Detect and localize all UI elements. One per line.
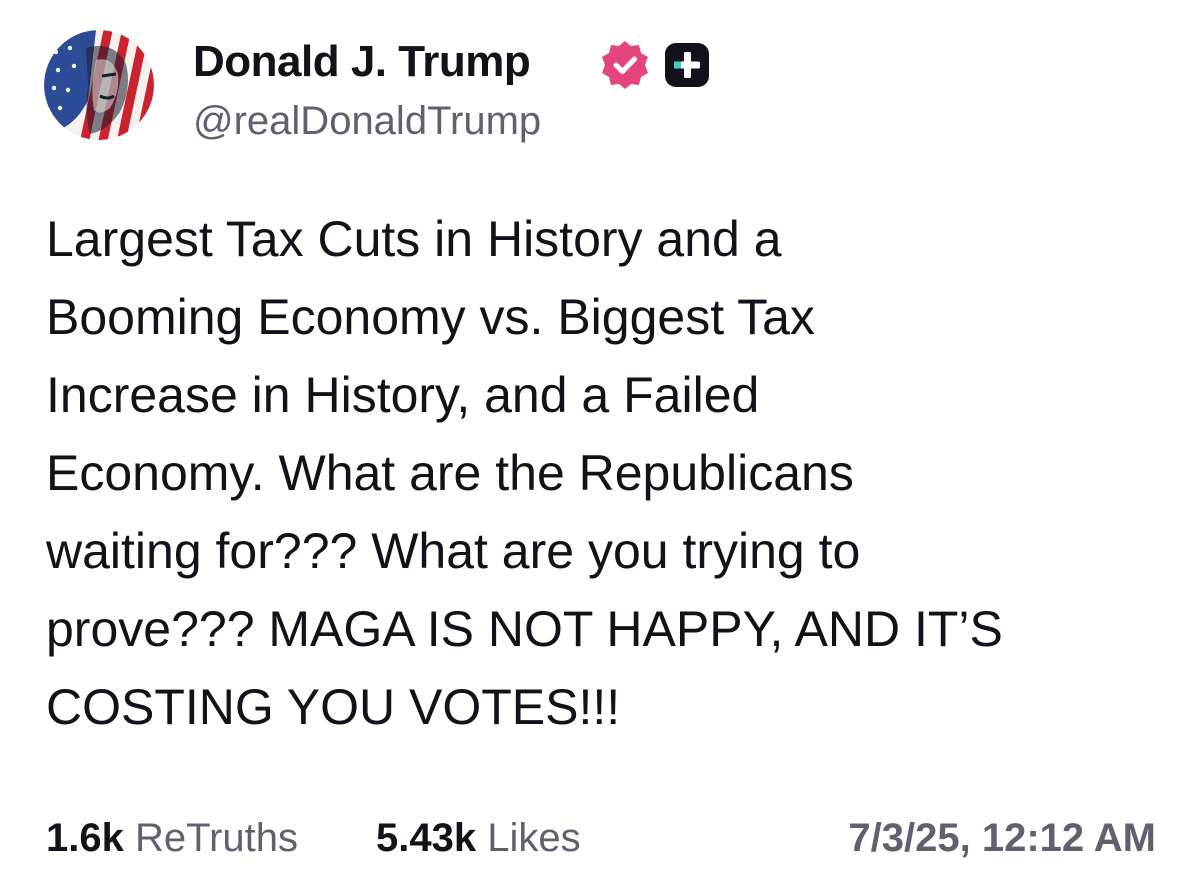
post-timestamp[interactable]: 7/3/25, 12:12 AM <box>848 810 1156 866</box>
likes-label: Likes <box>487 816 581 860</box>
verified-badge-icon <box>598 38 652 92</box>
user-handle[interactable]: @realDonaldTrump <box>193 96 541 146</box>
avatar-image <box>44 30 154 140</box>
post-text-line: prove??? MAGA IS NOT HAPPY, AND IT’S <box>46 601 1003 657</box>
truth-plus-icon <box>664 42 710 88</box>
retruths-label: ReTruths <box>134 816 298 860</box>
truth-post: Donald J. Trump @realDonaldTrump Largest… <box>0 0 1200 877</box>
post-text-line: COSTING YOU VOTES!!! <box>46 679 621 735</box>
post-text-line: Increase in History, and a Failed <box>46 367 760 423</box>
likes-count: 5.43k <box>376 816 477 860</box>
post-body: Largest Tax Cuts in History and a Boomin… <box>46 200 1156 746</box>
post-text-line: Booming Economy vs. Biggest Tax <box>46 289 815 345</box>
post-text-line: Largest Tax Cuts in History and a <box>46 211 782 267</box>
display-name[interactable]: Donald J. Trump <box>193 34 531 90</box>
post-footer: 1.6k ReTruths 5.43k Likes 7/3/25, 12:12 … <box>46 810 1156 866</box>
retruths-stat[interactable]: 1.6k ReTruths <box>46 810 298 866</box>
likes-stat[interactable]: 5.43k Likes <box>376 810 581 866</box>
retruths-count: 1.6k <box>46 816 124 860</box>
post-text-line: Economy. What are the Republicans <box>46 445 854 501</box>
avatar[interactable] <box>44 30 154 140</box>
post-text-line: waiting for??? What are you trying to <box>46 523 861 579</box>
